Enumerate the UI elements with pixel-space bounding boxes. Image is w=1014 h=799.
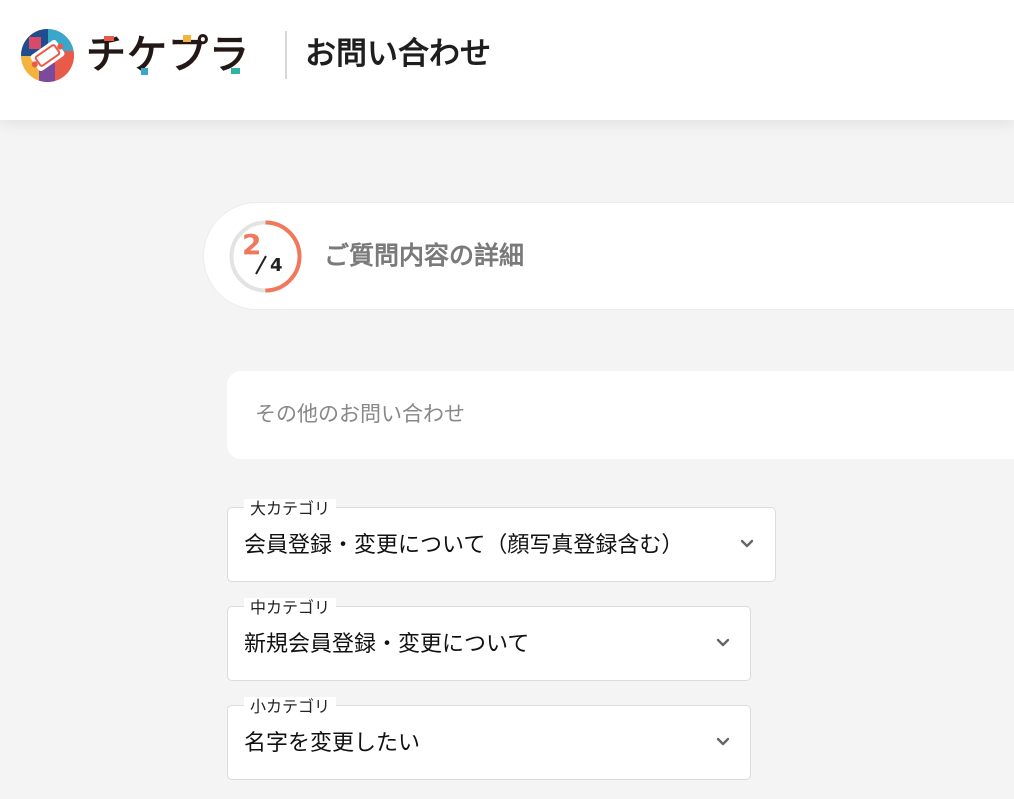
chevron-down-icon xyxy=(716,737,730,746)
medium-category-select[interactable]: 中カテゴリ 新規会員登録・変更について xyxy=(227,598,751,681)
step-title: ご質問内容の詳細 xyxy=(324,241,525,270)
large-category-select[interactable]: 大カテゴリ 会員登録・変更について（顔写真登録含む） xyxy=(227,499,776,582)
inquiry-type-card: その他のお問い合わせ xyxy=(227,371,1014,459)
ticket-logo-icon xyxy=(21,29,74,82)
large-category-legend: 大カテゴリ xyxy=(244,499,337,519)
large-category-value: 会員登録・変更について（顔写真登録含む） xyxy=(244,533,684,558)
small-category-value: 名字を変更したい xyxy=(244,731,421,756)
step-separator xyxy=(255,255,267,275)
small-category-select[interactable]: 小カテゴリ 名字を変更したい xyxy=(227,697,751,780)
chevron-down-icon xyxy=(716,638,730,647)
page-title: お問い合わせ xyxy=(305,36,491,72)
brand-wordmark: チケプラ xyxy=(86,30,266,80)
header-divider xyxy=(285,31,287,79)
step-indicator: 2 4 ご質問内容の詳細 xyxy=(203,202,1014,310)
inquiry-type-label: その他のお問い合わせ xyxy=(255,402,465,426)
site-header: チケプラ お問い合わせ xyxy=(0,0,1014,120)
small-category-legend: 小カテゴリ xyxy=(244,697,337,717)
brand-accents xyxy=(104,35,240,75)
medium-category-legend: 中カテゴリ xyxy=(244,598,337,618)
chevron-down-icon xyxy=(740,539,754,548)
medium-category-value: 新規会員登録・変更について xyxy=(244,632,530,657)
step-total: 4 xyxy=(270,255,283,276)
